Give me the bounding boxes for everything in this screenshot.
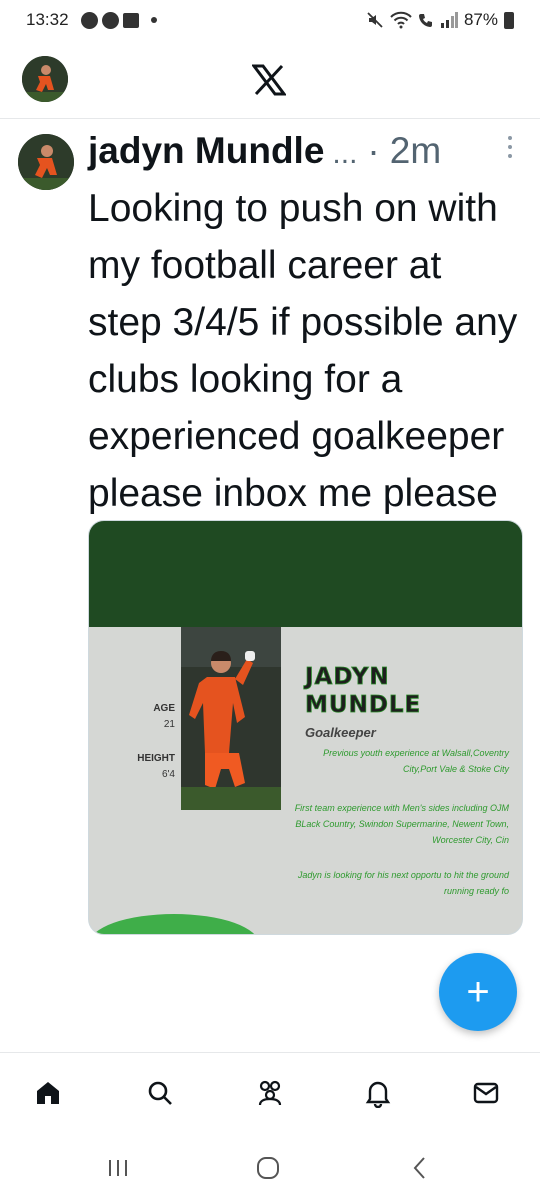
system-nav-bar bbox=[0, 1140, 540, 1200]
battery-icon bbox=[504, 11, 514, 29]
author-name[interactable]: jadyn Mundle bbox=[88, 130, 324, 172]
gallery-icon bbox=[122, 12, 139, 28]
communities-icon[interactable] bbox=[252, 1075, 288, 1111]
profile-name-line1: JADYN bbox=[305, 664, 390, 691]
profile-name: JADYN MUNDLE bbox=[305, 663, 421, 719]
compose-button[interactable]: + bbox=[439, 953, 517, 1031]
tweet-media-image[interactable]: JADYN MUNDLE Goalkeeper Previous youth e… bbox=[88, 520, 523, 935]
sync-icon bbox=[101, 11, 119, 29]
name-ellipsis: ... bbox=[332, 137, 358, 170]
top-bar bbox=[0, 50, 540, 110]
bottom-nav bbox=[0, 1052, 540, 1132]
author-avatar[interactable] bbox=[18, 134, 74, 190]
age-label: AGE bbox=[153, 703, 175, 714]
media-banner bbox=[89, 521, 522, 627]
tweet-text: Looking to push on with my football care… bbox=[88, 187, 518, 515]
signal-icon bbox=[440, 12, 458, 28]
more-options-icon[interactable] bbox=[508, 136, 516, 158]
home-icon[interactable] bbox=[30, 1075, 66, 1111]
notification-dot-icon bbox=[150, 17, 157, 23]
profile-role: Goalkeeper bbox=[305, 725, 376, 740]
height-label: HEIGHT bbox=[137, 753, 175, 764]
recent-apps-icon[interactable] bbox=[98, 1154, 138, 1182]
status-time: 13:32 bbox=[26, 10, 69, 29]
battery-percentage: 87% bbox=[463, 10, 498, 29]
height-value: 6'4 bbox=[161, 769, 175, 780]
plus-icon: + bbox=[466, 970, 490, 1014]
call-icon bbox=[418, 14, 432, 27]
first-team-text: First team experience with Men's sides i… bbox=[294, 803, 509, 845]
soccer-ball-icon bbox=[80, 11, 98, 29]
player-photo bbox=[181, 627, 281, 810]
messages-icon[interactable] bbox=[468, 1075, 504, 1111]
age-value: 21 bbox=[163, 719, 175, 730]
tweet-time[interactable]: 2m bbox=[390, 130, 441, 172]
back-icon[interactable] bbox=[400, 1154, 440, 1182]
looking-text: Jadyn is looking for his next opportu to… bbox=[297, 870, 509, 896]
status-bar: 13:32 87% bbox=[0, 0, 540, 40]
x-logo-icon[interactable] bbox=[251, 64, 287, 96]
profile-name-line2: MUNDLE bbox=[305, 692, 422, 719]
youth-experience-text: Previous youth experience at Walsall,Cov… bbox=[323, 748, 509, 774]
header-divider bbox=[0, 118, 540, 119]
search-icon[interactable] bbox=[142, 1075, 178, 1111]
profile-avatar[interactable] bbox=[22, 56, 68, 102]
tweet-header: jadyn Mundle ... · 2m bbox=[88, 130, 528, 178]
home-button-icon[interactable] bbox=[248, 1154, 288, 1182]
mute-icon bbox=[367, 12, 383, 28]
notifications-icon[interactable] bbox=[360, 1075, 396, 1111]
separator: · bbox=[367, 130, 380, 171]
wifi-icon bbox=[390, 11, 412, 29]
media-body: JADYN MUNDLE Goalkeeper Previous youth e… bbox=[89, 627, 522, 934]
